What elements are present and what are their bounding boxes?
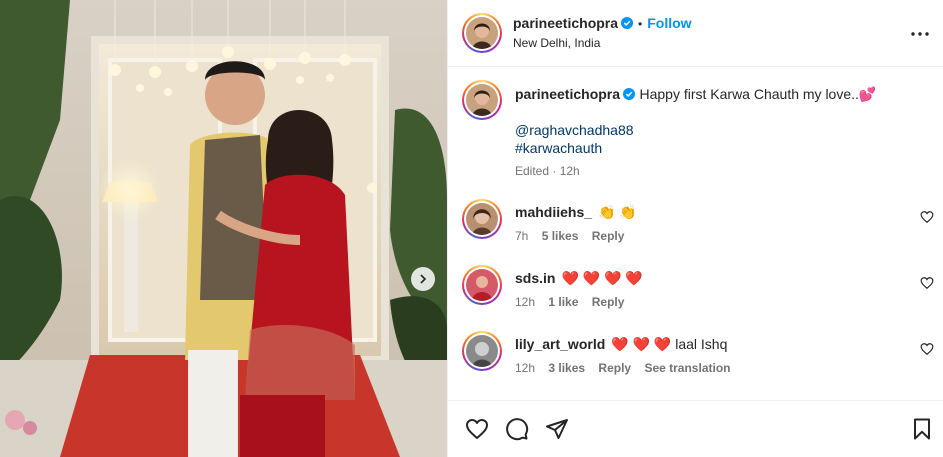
comment-avatar[interactable] [462, 265, 502, 305]
comment-time[interactable]: 12h [515, 361, 535, 375]
bookmark-icon[interactable] [910, 417, 934, 441]
profile-picture-image [466, 203, 498, 235]
comment-likes[interactable]: 3 likes [548, 361, 585, 375]
comment-username[interactable]: sds.in [515, 270, 555, 286]
verified-badge-icon [621, 17, 634, 29]
chevron-right-icon [420, 274, 427, 284]
next-photo-button[interactable] [411, 267, 435, 291]
comment-likes[interactable]: 5 likes [542, 229, 579, 243]
heart-icon[interactable] [465, 417, 489, 441]
comment-icon[interactable] [505, 417, 529, 441]
profile-picture-image [466, 335, 498, 367]
reply-button[interactable]: Reply [592, 229, 625, 243]
verified-badge-icon [623, 88, 636, 100]
comment-item: lily_art_world ❤️ ❤️ ❤️ laal Ishq 12h 3 l… [448, 329, 943, 389]
comment-username[interactable]: lily_art_world [515, 336, 605, 352]
comment-avatar[interactable] [462, 331, 502, 371]
post-author-username[interactable]: parineetichopra [513, 15, 618, 31]
reply-button[interactable]: Reply [598, 361, 631, 375]
share-icon[interactable] [545, 417, 569, 441]
comment-time[interactable]: 7h [515, 229, 528, 243]
hashtag-link[interactable]: #karwachauth [515, 139, 634, 157]
mention-link[interactable]: @raghavchadha88 [515, 121, 634, 139]
caption-username[interactable]: parineetichopra [515, 86, 620, 102]
comment-likes[interactable]: 1 like [548, 295, 578, 309]
heart-icon[interactable] [920, 210, 934, 224]
post-location[interactable]: New Delhi, India [513, 36, 600, 50]
heart-icon[interactable] [920, 276, 934, 290]
profile-picture-image [466, 84, 498, 116]
comment-time[interactable]: 12h [515, 295, 535, 309]
avatar[interactable] [462, 13, 502, 53]
see-translation-button[interactable]: See translation [644, 361, 730, 375]
couple-photo-image [0, 0, 447, 457]
comment-avatar[interactable] [462, 199, 502, 239]
comment-text: ❤️ ❤️ ❤️ ❤️ [561, 270, 643, 286]
post-caption: parineetichopra Happy first Karwa Chauth… [448, 78, 943, 188]
more-options-button[interactable] [910, 24, 930, 44]
heart-icon[interactable] [920, 342, 934, 356]
reply-button[interactable]: Reply [592, 295, 625, 309]
post-header: parineetichopra • Follow New Delhi, India [448, 0, 943, 67]
comment-item: sds.in ❤️ ❤️ ❤️ ❤️ 12h 1 like Reply [448, 263, 943, 323]
post-side-panel: parineetichopra • Follow New Delhi, India … [447, 0, 943, 457]
comment-item: mahdiiehs_ 👏 👏 7h 5 likes Reply [448, 197, 943, 257]
caption-meta: Edited · 12h [515, 164, 580, 178]
comment-text: 👏 👏 [598, 204, 637, 220]
two-hearts-emoji: 💕 [858, 86, 877, 102]
caption-avatar[interactable] [462, 80, 502, 120]
post-photo[interactable] [0, 0, 447, 457]
action-bar [448, 400, 943, 457]
profile-picture-image [466, 269, 498, 301]
comment-username[interactable]: mahdiiehs_ [515, 204, 592, 220]
separator-dot: • [638, 17, 643, 31]
caption-text: Happy first Karwa Chauth my love.. [639, 86, 859, 102]
comment-text: ❤️ ❤️ ❤️ laal Ishq [611, 336, 728, 352]
follow-button[interactable]: Follow [647, 15, 691, 31]
profile-picture-image [466, 17, 498, 49]
more-options-icon [911, 32, 929, 36]
